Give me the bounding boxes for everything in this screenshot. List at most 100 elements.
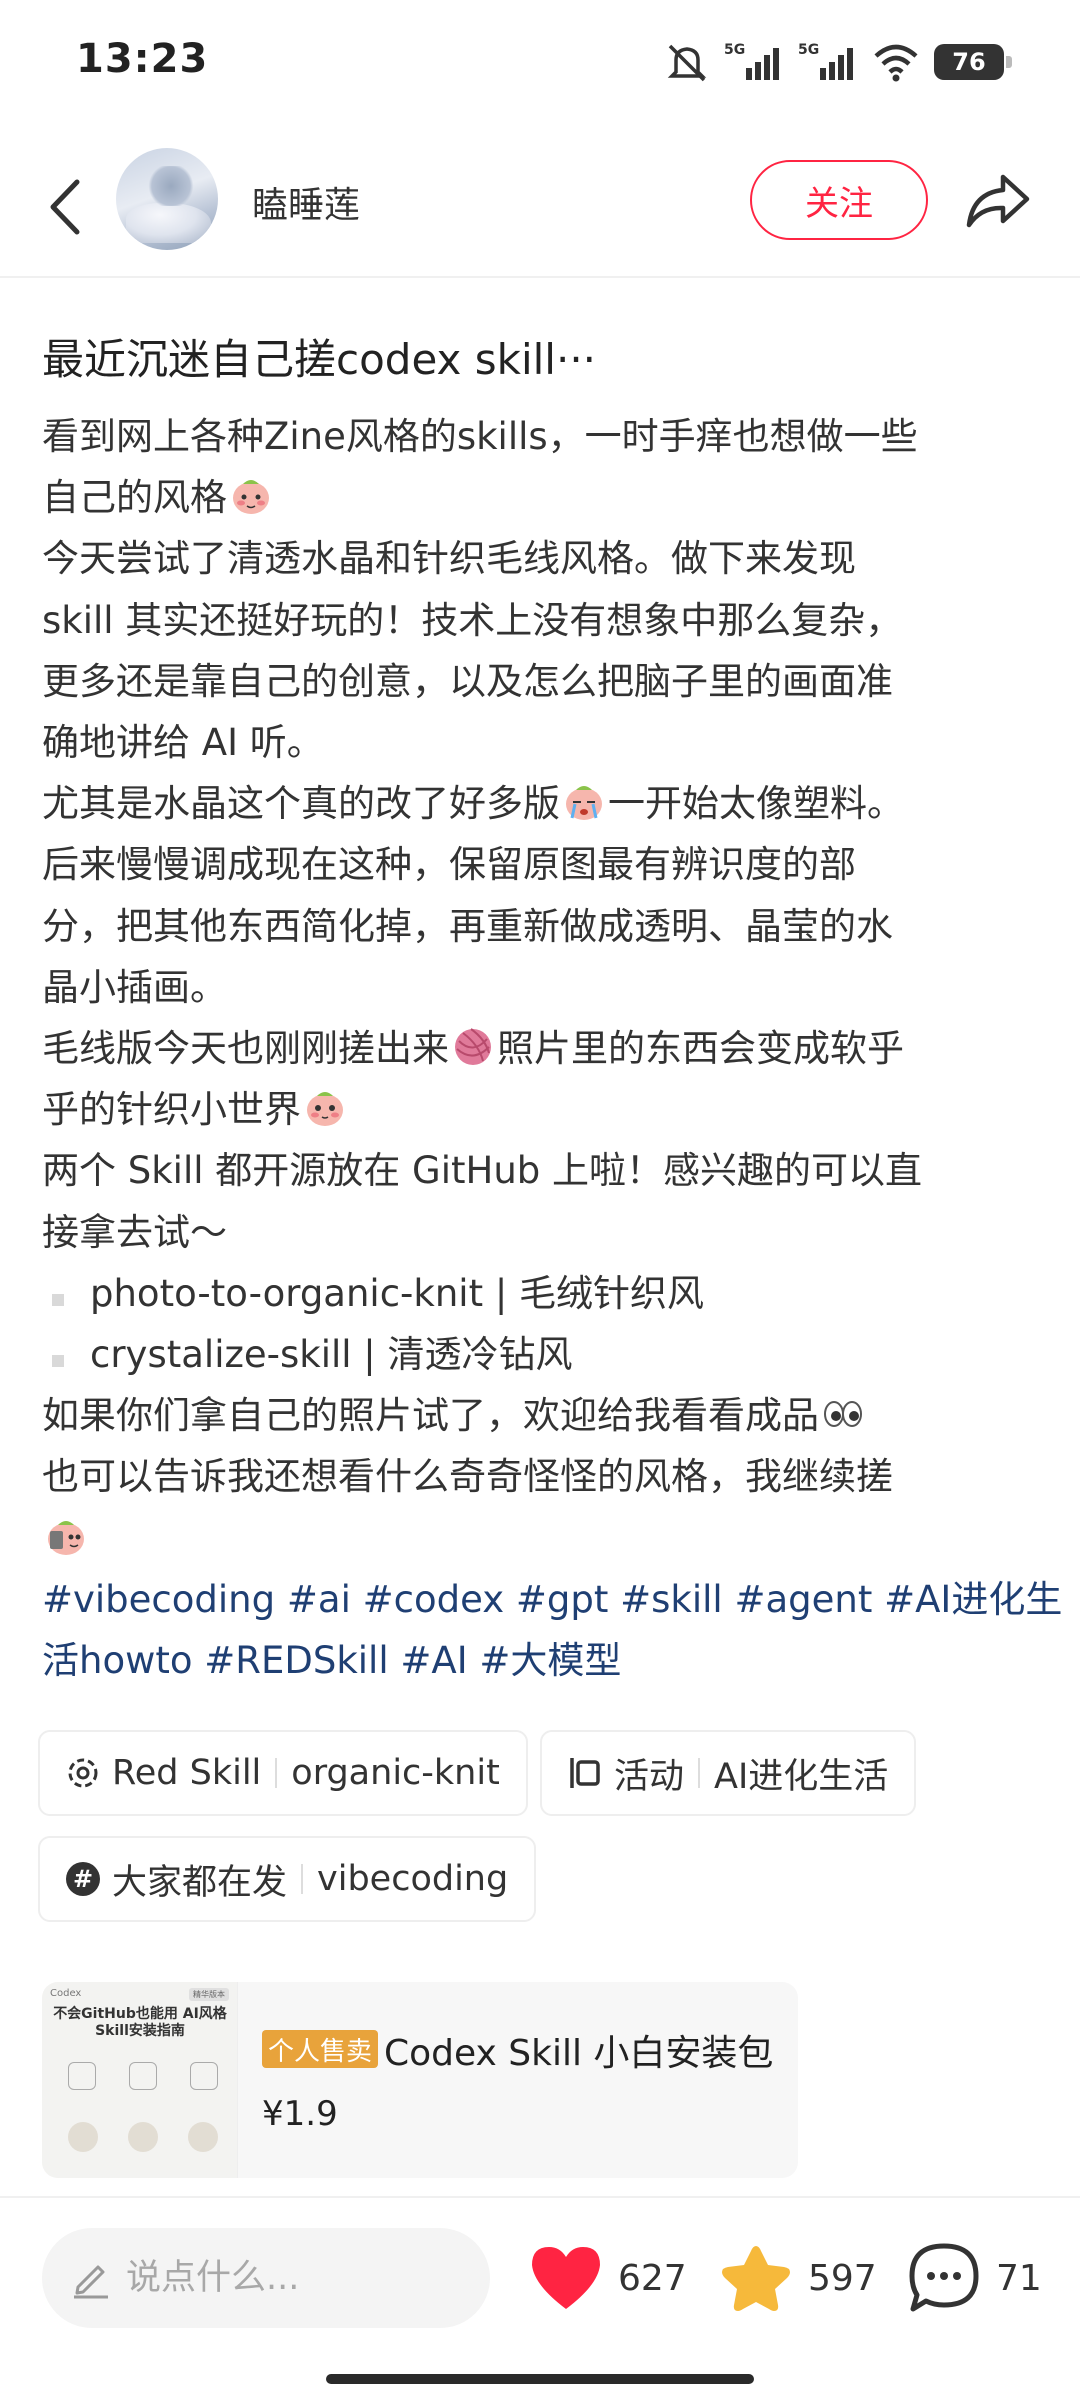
thumb-title: 不会GitHub也能用 AI风格Skill安装指南 (53, 2006, 227, 2039)
home-indicator[interactable] (326, 2374, 754, 2384)
status-bar: 13:23 5G 5G 76 (0, 0, 1080, 124)
chip-label: 大家都在发 (112, 1862, 288, 1903)
signal-5g-icon: 5G (798, 42, 853, 80)
post-line: 晶小插画。 (42, 965, 227, 1009)
post-line: 后来慢慢调成现在这种，保留原图最有辨识度的部 (42, 843, 856, 887)
activity-chip[interactable]: 活动 AI进化生活 (540, 1730, 917, 1816)
blushing-peach-emoji-icon (233, 480, 269, 515)
yarn-ball-emoji-icon (455, 1028, 491, 1066)
comment-button[interactable]: 71 (906, 2236, 1042, 2320)
post-list-item: photo-to-organic-knit | 毛绒针织风 (42, 1263, 1042, 1324)
heart-icon (532, 2247, 600, 2309)
post-line: 尤其是水晶这个真的改了好多版 一开始太像塑料。 (42, 782, 904, 826)
favorite-count: 597 (808, 2257, 877, 2299)
red-skill-chip[interactable]: Red Skill organic-knit (38, 1730, 528, 1816)
activity-icon (564, 1752, 606, 1794)
svg-text:5G: 5G (798, 42, 819, 58)
product-thumbnail: Codex 精华版本 不会GitHub也能用 AI风格Skill安装指南 (42, 1982, 238, 2178)
share-button[interactable] (960, 162, 1036, 238)
comment-box[interactable] (42, 2228, 490, 2328)
hashtag-link[interactable]: 活howto (42, 1639, 193, 1682)
bottom-action-bar: 627 597 71 (0, 2196, 1080, 2400)
post-line (42, 1508, 1042, 1569)
thumb-icons (68, 2062, 218, 2090)
hashtag-link[interactable]: #agent (734, 1578, 872, 1621)
post-line: 接拿去试～ (42, 1210, 227, 1254)
product-card[interactable]: Codex 精华版本 不会GitHub也能用 AI风格Skill安装指南 个人售… (42, 1982, 798, 2178)
hashtag-link[interactable]: #skill (620, 1578, 723, 1621)
post-line: skill 其实还挺好玩的！技术上没有想象中那么复杂， (42, 598, 903, 642)
crying-peach-emoji-icon (566, 786, 602, 821)
post-line: 分，把其他东西简化掉，再重新做成透明、晶莹的水 (42, 904, 893, 948)
post-line: 看到网上各种Zine风格的skills，一时手痒也想做一些 (42, 415, 918, 458)
chip-divider (698, 1758, 701, 1788)
chip-label: Red Skill (112, 1753, 262, 1793)
back-button[interactable] (30, 172, 100, 242)
avatar[interactable] (116, 148, 218, 250)
product-price: ¥1.9 (262, 2094, 338, 2134)
hashtag-icon: # (62, 1858, 104, 1900)
bullet-icon (52, 1293, 64, 1306)
status-icons: 5G 5G 76 (664, 40, 1012, 84)
post-body: 看到网上各种Zine风格的skills，一时手痒也想做一些 自己的风格 今天尝试… (42, 406, 1062, 1691)
svg-text:5G: 5G (724, 42, 745, 58)
hashtag-link[interactable]: #REDSkill (204, 1639, 388, 1682)
post-line: 自己的风格 (42, 467, 1042, 528)
thumb-badge: 精华版本 (189, 1988, 229, 2001)
post-tags-line: #vibecoding #ai #codex #gpt #skill #agen… (42, 1569, 1062, 1630)
hashtag-link[interactable]: #gpt (516, 1578, 608, 1621)
phone-peach-emoji-icon (48, 1520, 84, 1555)
product-name: Codex Skill 小白安装包 (384, 2033, 774, 2074)
post-header: 瞌睡莲 关注 (0, 138, 1080, 278)
comment-count: 71 (996, 2257, 1042, 2299)
chip-value: organic-knit (291, 1753, 500, 1793)
post-tags-line: 活howto #REDSkill #AI #大模型 (42, 1630, 1042, 1691)
status-time: 13:23 (76, 36, 209, 82)
post-line: 确地讲给 AI 听。 (42, 721, 324, 765)
wifi-icon (874, 44, 918, 82)
follow-button[interactable]: 关注 (750, 160, 928, 240)
skill-gear-icon (62, 1752, 104, 1794)
bullet-icon (52, 1355, 64, 1368)
post-line: 如果你们拿自己的照片试了，欢迎给我看看成品 (42, 1385, 1042, 1446)
pencil-icon (74, 2265, 108, 2299)
hashtag-link[interactable]: #AI进化生 (884, 1578, 1062, 1621)
shy-peach-emoji-icon (307, 1092, 343, 1127)
hashtag-link[interactable]: #AI (400, 1639, 467, 1682)
product-badge: 个人售卖 (262, 2030, 379, 2068)
svg-text:#: # (73, 1865, 93, 1893)
eyes-emoji-icon (824, 1401, 862, 1428)
hashtag-link[interactable]: #codex (363, 1578, 504, 1621)
chip-value: vibecoding (317, 1859, 509, 1899)
post-title: 最近沉迷自己搓codex skill··· (42, 335, 597, 384)
chip-divider (275, 1758, 278, 1788)
author-name[interactable]: 瞌睡莲 (252, 176, 360, 228)
favorite-button[interactable]: 597 (718, 2236, 877, 2320)
signal-5g-icon: 5G (724, 42, 779, 80)
post-line: 乎的针织小世界 (42, 1079, 1042, 1140)
post-line: 毛线版今天也刚刚搓出来 照片里的东西会变成软乎 (42, 1027, 904, 1071)
post-list-item: crystalize-skill | 清透冷钻风 (42, 1324, 1042, 1385)
chip-divider (301, 1864, 304, 1894)
hashtag-link[interactable]: #ai (287, 1578, 351, 1621)
hashtag-link[interactable]: #大模型 (479, 1639, 621, 1682)
comment-bubble-icon (909, 2243, 979, 2312)
chevron-left-icon (50, 179, 80, 235)
battery-icon: 76 (934, 44, 1012, 80)
post-line: 今天尝试了清透水晶和针织毛线风格。做下来发现 (42, 537, 856, 581)
post-line: 也可以告诉我还想看什么奇奇怪怪的风格，我继续搓 (42, 1455, 893, 1499)
share-icon (966, 174, 1030, 228)
like-count: 627 (618, 2257, 687, 2299)
comment-input[interactable] (126, 2258, 466, 2298)
post-line: 更多还是靠自己的创意，以及怎么把脑子里的画面准 (42, 659, 893, 703)
hashtag-link[interactable]: #vibecoding (42, 1578, 275, 1621)
star-icon (722, 2246, 790, 2311)
like-button[interactable]: 627 (528, 2236, 687, 2320)
battery-level: 76 (952, 48, 986, 76)
trending-chip[interactable]: # 大家都在发 vibecoding (38, 1836, 537, 1922)
thumb-brand: Codex (50, 1988, 82, 1999)
mute-icon (667, 44, 707, 82)
thumb-illustrations (68, 2122, 218, 2152)
chip-label: 活动 (614, 1756, 685, 1797)
post-line: 两个 Skill 都开源放在 GitHub 上啦！感兴趣的可以直 (42, 1149, 923, 1193)
